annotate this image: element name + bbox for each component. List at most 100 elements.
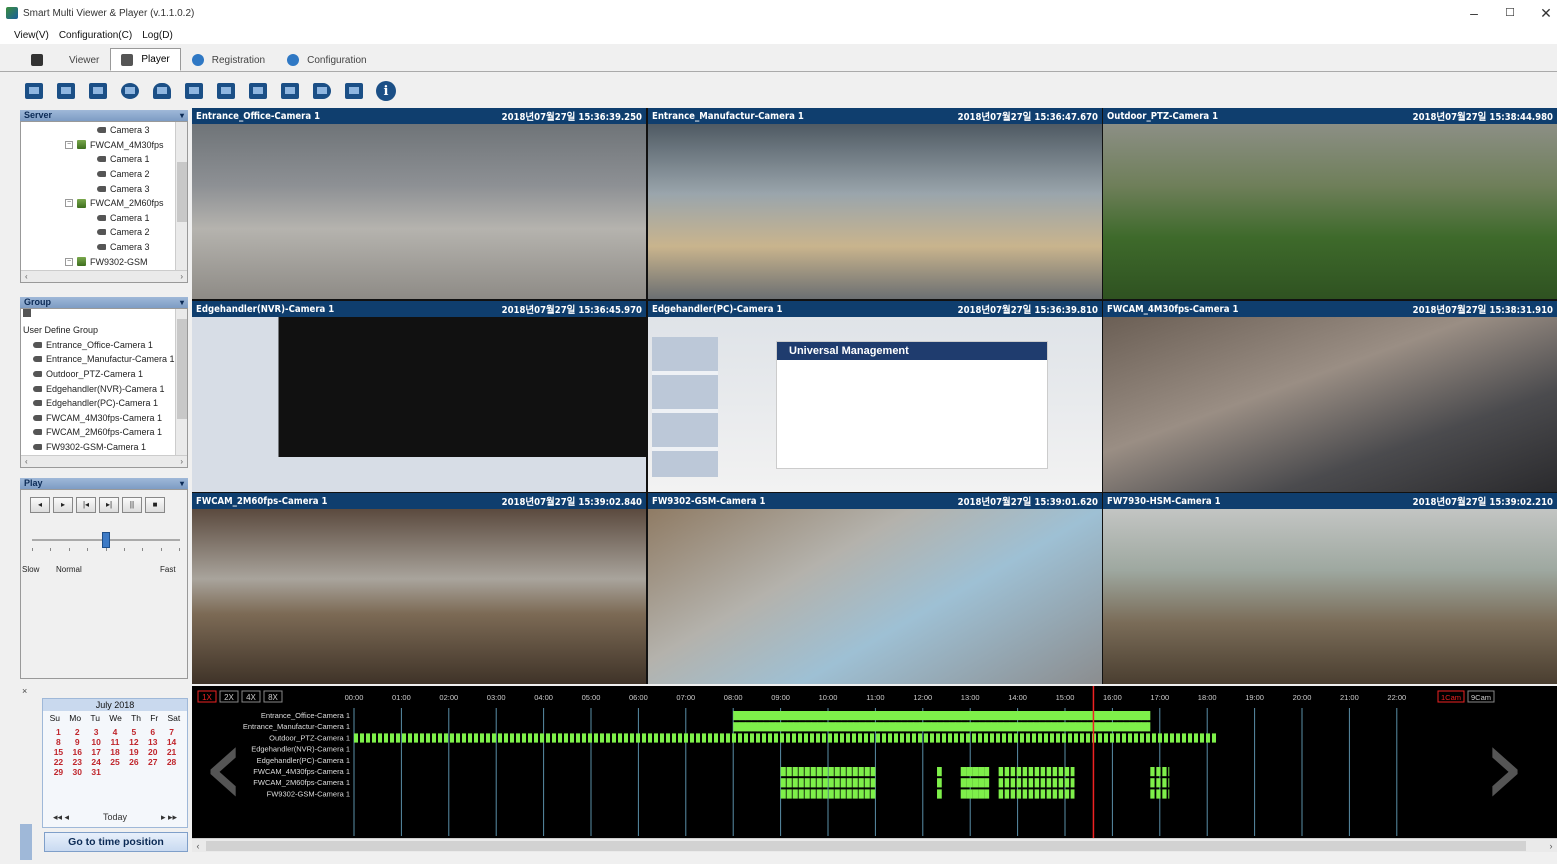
recording-segment[interactable] — [817, 711, 824, 721]
speaker-icon[interactable] — [310, 79, 334, 103]
recording-segment[interactable] — [744, 733, 748, 743]
calendar-day[interactable]: 10 — [87, 737, 106, 747]
info-icon[interactable]: i — [374, 79, 398, 103]
recording-segment[interactable] — [1028, 778, 1034, 788]
recording-segment[interactable] — [1045, 722, 1052, 732]
recording-segment[interactable] — [1104, 733, 1108, 743]
recording-segment[interactable] — [708, 733, 712, 743]
calendar-day[interactable]: 17 — [87, 747, 106, 757]
recording-segment[interactable] — [1040, 789, 1046, 799]
calendar-day[interactable]: 18 — [106, 747, 125, 757]
recording-segment[interactable] — [763, 711, 770, 721]
calendar-icon[interactable] — [22, 79, 46, 103]
recording-segment[interactable] — [775, 711, 782, 721]
recording-segment[interactable] — [774, 733, 778, 743]
server-tree-hscroll[interactable]: ‹ › — [21, 270, 187, 282]
video-tile[interactable]: Edgehandler(NVR)-Camera 1 2018년07월27일 15:… — [192, 301, 646, 492]
recording-segment[interactable] — [918, 733, 922, 743]
recording-segment[interactable] — [870, 778, 876, 788]
recording-segment[interactable] — [534, 733, 538, 743]
recording-segment[interactable] — [1074, 733, 1078, 743]
recording-segment[interactable] — [811, 722, 818, 732]
recording-segment[interactable] — [787, 711, 794, 721]
recording-segment[interactable] — [822, 767, 828, 777]
recording-segment[interactable] — [804, 778, 810, 788]
recording-segment[interactable] — [1117, 722, 1124, 732]
recording-segment[interactable] — [781, 711, 788, 721]
recording-segment[interactable] — [835, 711, 842, 721]
recording-segment[interactable] — [750, 733, 754, 743]
recording-segment[interactable] — [618, 733, 622, 743]
recording-segment[interactable] — [954, 733, 958, 743]
recording-segment[interactable] — [985, 722, 992, 732]
recording-segment[interactable] — [757, 722, 764, 732]
recording-segment[interactable] — [925, 722, 932, 732]
recording-segment[interactable] — [1200, 733, 1204, 743]
recording-segment[interactable] — [354, 733, 358, 743]
recording-segment[interactable] — [990, 733, 994, 743]
recording-segment[interactable] — [847, 722, 854, 732]
recording-segment[interactable] — [1105, 722, 1112, 732]
video-tile[interactable]: FW7930-HSM-Camera 1 2018년07월27일 15:39:02.… — [1103, 493, 1557, 684]
recording-segment[interactable] — [889, 722, 896, 732]
minimize-button[interactable]: – — [1456, 0, 1492, 26]
recording-segment[interactable] — [564, 733, 568, 743]
recording-segment[interactable] — [1009, 722, 1016, 732]
recording-segment[interactable] — [805, 711, 812, 721]
recording-segment[interactable] — [1111, 711, 1118, 721]
video-tile[interactable]: Outdoor_PTZ-Camera 1 2018년07월27일 15:38:44… — [1103, 108, 1557, 299]
recording-segment[interactable] — [811, 711, 818, 721]
video-tile[interactable]: FW9302-GSM-Camera 1 2018년07월27일 15:39:01.… — [648, 493, 1102, 684]
recording-segment[interactable] — [846, 778, 852, 788]
recording-segment[interactable] — [828, 778, 834, 788]
recording-segment[interactable] — [636, 733, 640, 743]
recording-segment[interactable] — [654, 733, 658, 743]
recording-segment[interactable] — [396, 733, 400, 743]
recording-segment[interactable] — [858, 733, 862, 743]
recording-segment[interactable] — [1086, 733, 1090, 743]
recording-segment[interactable] — [1168, 767, 1170, 777]
recording-segment[interactable] — [739, 722, 746, 732]
recording-segment[interactable] — [907, 722, 914, 732]
recording-segment[interactable] — [732, 733, 736, 743]
recording-segment[interactable] — [937, 711, 944, 721]
recording-segment[interactable] — [1003, 711, 1010, 721]
recording-segment[interactable] — [1123, 722, 1130, 732]
recording-segment[interactable] — [1152, 733, 1156, 743]
recording-segment[interactable] — [961, 722, 968, 732]
recording-segment[interactable] — [786, 733, 790, 743]
recording-segment[interactable] — [907, 711, 914, 721]
recording-segment[interactable] — [822, 789, 828, 799]
server-tree-camera[interactable]: Camera 2 — [21, 225, 187, 240]
recording-segment[interactable] — [871, 722, 878, 732]
recording-segment[interactable] — [1058, 778, 1064, 788]
calendar-day[interactable]: 15 — [49, 747, 68, 757]
recording-segment[interactable] — [690, 733, 694, 743]
recording-segment[interactable] — [733, 711, 740, 721]
recording-segment[interactable] — [1034, 767, 1040, 777]
recording-segment[interactable] — [991, 722, 998, 732]
video-tile[interactable]: FWCAM_2M60fps-Camera 1 2018년07월27일 15:39:… — [192, 493, 646, 684]
calendar-day[interactable]: 29 — [49, 767, 68, 777]
recording-segment[interactable] — [714, 733, 718, 743]
recording-segment[interactable] — [1141, 722, 1148, 732]
recording-segment[interactable] — [384, 733, 388, 743]
recording-segment[interactable] — [931, 722, 938, 732]
recording-segment[interactable] — [1162, 767, 1167, 777]
recording-segment[interactable] — [1098, 733, 1102, 743]
recording-segment[interactable] — [1022, 789, 1028, 799]
recording-segment[interactable] — [1002, 733, 1006, 743]
recording-segment[interactable] — [720, 733, 724, 743]
recording-segment[interactable] — [792, 733, 796, 743]
recording-segment[interactable] — [888, 733, 892, 743]
zoom-button-4x[interactable]: 4X — [241, 690, 261, 703]
recording-segment[interactable] — [834, 733, 838, 743]
recording-segment[interactable] — [763, 722, 770, 732]
snapshot-icon[interactable] — [182, 79, 206, 103]
server-tree-camera[interactable]: Camera 3 — [21, 123, 187, 138]
recording-segment[interactable] — [1188, 733, 1192, 743]
calendar-day[interactable]: 19 — [124, 747, 143, 757]
group-tree-camera[interactable]: Entrance_Office-Camera 1 — [21, 338, 187, 353]
recording-segment[interactable] — [606, 733, 610, 743]
recording-segment[interactable] — [973, 722, 980, 732]
